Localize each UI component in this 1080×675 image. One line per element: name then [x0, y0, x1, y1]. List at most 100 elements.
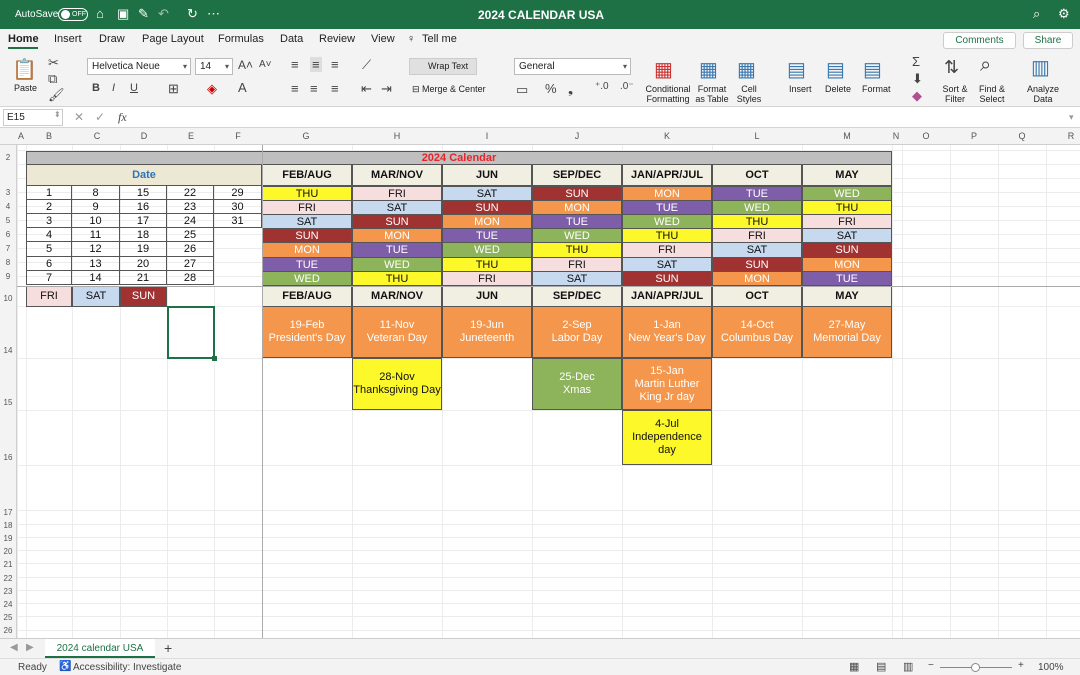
row-header-17[interactable]: 17 [0, 508, 16, 517]
fill-icon[interactable]: ⬇ [912, 71, 923, 87]
date-cell[interactable]: 19 [120, 242, 167, 257]
row-header-7[interactable]: 7 [0, 244, 16, 253]
date-cell[interactable]: 30 [214, 200, 262, 214]
search-icon[interactable]: ⌕ [1033, 6, 1040, 22]
delete-cells-label[interactable]: Delete [825, 84, 851, 94]
orientation-icon[interactable]: ⟋ [362, 57, 371, 73]
date-cell[interactable]: 4 [26, 228, 72, 242]
weekday-cell[interactable]: TUE [802, 271, 892, 286]
wrap-text-button[interactable]: Wrap Text [409, 58, 477, 75]
add-sheet-icon[interactable]: + [164, 640, 172, 656]
align-left-icon[interactable]: ≡ [291, 81, 299, 96]
merge-center-button[interactable]: ⊟ Merge & Center [412, 84, 502, 94]
column-header-i[interactable]: I [475, 128, 499, 145]
weekday-cell[interactable]: SAT [352, 200, 442, 215]
insert-cells-label[interactable]: Insert [789, 84, 812, 94]
column-header-l[interactable]: L [745, 128, 769, 145]
column-header-j[interactable]: J [565, 128, 589, 145]
namebox-stepper-icon[interactable]: ⬍ [54, 110, 61, 119]
page-layout-view-icon[interactable]: ▤ [876, 660, 886, 673]
format-cells-label[interactable]: Format [862, 84, 891, 94]
date-cell[interactable]: 5 [26, 242, 72, 257]
expand-formula-icon[interactable]: ▾ [1069, 112, 1074, 123]
holiday-mlk[interactable]: 15-Jan Martin Luther King Jr day [622, 358, 712, 410]
row-header-3[interactable]: 3 [0, 188, 16, 197]
decrease-decimal-icon[interactable]: .0⁻ [620, 81, 634, 92]
holiday-xmas[interactable]: 25-Dec Xmas [532, 358, 622, 410]
selected-cell-e15[interactable] [167, 306, 215, 359]
increase-font-icon[interactable]: A˄ [238, 58, 253, 72]
weekday-cell[interactable]: SAT [442, 186, 532, 201]
date-cell[interactable]: 25 [167, 228, 214, 242]
column-header-q[interactable]: Q [1010, 128, 1034, 145]
column-header-b[interactable]: B [37, 128, 61, 145]
font-size-select[interactable]: 14 ▾ [195, 58, 233, 75]
weekday-cell[interactable]: FRI [802, 214, 892, 229]
date-cell[interactable]: 20 [120, 257, 167, 271]
date-cell[interactable]: 1 [26, 186, 72, 200]
decrease-indent-icon[interactable]: ⇤ [361, 81, 372, 97]
row-header-2[interactable]: 2 [0, 153, 16, 162]
holiday-cell[interactable]: 2-Sep Labor Day [532, 306, 622, 358]
weekday-cell[interactable]: SUN [802, 242, 892, 258]
row-header-16[interactable]: 16 [0, 453, 16, 462]
cell-styles-icon[interactable]: ▦ [737, 57, 756, 82]
holiday-cell[interactable]: 14-Oct Columbus Day [712, 306, 802, 358]
zoom-out-icon[interactable]: − [928, 660, 934, 671]
underline-button[interactable]: U [130, 82, 138, 94]
column-header-n[interactable]: N [884, 128, 908, 145]
weekday-cell[interactable]: FRI [622, 242, 712, 258]
weekday-cell-sun[interactable]: SUN [120, 286, 167, 307]
weekday-cell[interactable]: WED [802, 186, 892, 201]
row-header-22[interactable]: 22 [0, 574, 16, 583]
date-cell[interactable] [214, 257, 262, 271]
holiday-cell[interactable]: 27-May Memorial Day [802, 306, 892, 358]
date-cell[interactable]: 23 [167, 200, 214, 214]
weekday-cell[interactable]: MON [262, 242, 352, 258]
date-cell[interactable]: 16 [120, 200, 167, 214]
row-header-9[interactable]: 9 [0, 272, 16, 281]
tab-insert[interactable]: Insert [54, 33, 82, 45]
weekday-cell[interactable]: THU [352, 271, 442, 286]
sort-filter-label[interactable]: Sort & Filter [940, 84, 970, 104]
cell-styles-label[interactable]: Cell Styles [734, 84, 764, 104]
date-cell[interactable]: 7 [26, 271, 72, 285]
row-header-23[interactable]: 23 [0, 587, 16, 596]
weekday-cell[interactable]: SAT [532, 271, 622, 286]
date-cell[interactable]: 8 [72, 186, 120, 200]
share-button[interactable]: Share [1023, 32, 1073, 49]
date-cell[interactable]: 9 [72, 200, 120, 214]
weekday-cell[interactable]: WED [532, 228, 622, 243]
weekday-cell[interactable]: SUN [532, 186, 622, 201]
find-select-label[interactable]: Find & Select [977, 84, 1007, 104]
date-cell[interactable]: 29 [214, 186, 262, 200]
paste-icon[interactable]: 📋 [12, 57, 37, 82]
number-format-select[interactable]: General ▾ [514, 58, 631, 75]
row-header-19[interactable]: 19 [0, 534, 16, 543]
date-cell[interactable]: 18 [120, 228, 167, 242]
fill-color-icon[interactable]: ◈ [207, 81, 217, 97]
normal-view-icon[interactable]: ▦ [849, 660, 859, 673]
date-cell[interactable]: 14 [72, 271, 120, 285]
cut-icon[interactable]: ✂ [48, 55, 59, 71]
weekday-cell[interactable]: FRI [712, 228, 802, 243]
date-cell[interactable]: 12 [72, 242, 120, 257]
decrease-font-icon[interactable]: A˅ [259, 59, 272, 70]
weekday-cell[interactable]: THU [262, 186, 352, 201]
conditional-formatting-label[interactable]: Conditional Formatting [645, 84, 691, 104]
weekday-cell-sat[interactable]: SAT [72, 286, 120, 307]
weekday-cell[interactable]: MON [712, 271, 802, 286]
date-cell[interactable]: 17 [120, 214, 167, 228]
weekday-cell[interactable]: WED [622, 214, 712, 229]
column-header-e[interactable]: E [179, 128, 203, 145]
tab-draw[interactable]: Draw [99, 33, 125, 45]
column-header-p[interactable]: P [962, 128, 986, 145]
row-header-21[interactable]: 21 [0, 560, 16, 569]
weekday-cell[interactable]: FRI [262, 200, 352, 215]
date-cell[interactable]: 24 [167, 214, 214, 228]
weekday-cell[interactable]: SUN [352, 214, 442, 229]
weekday-cell[interactable]: SAT [712, 242, 802, 258]
next-sheet-icon[interactable]: ▶ [26, 642, 34, 653]
date-cell[interactable]: 13 [72, 257, 120, 271]
row-header-8[interactable]: 8 [0, 258, 16, 267]
